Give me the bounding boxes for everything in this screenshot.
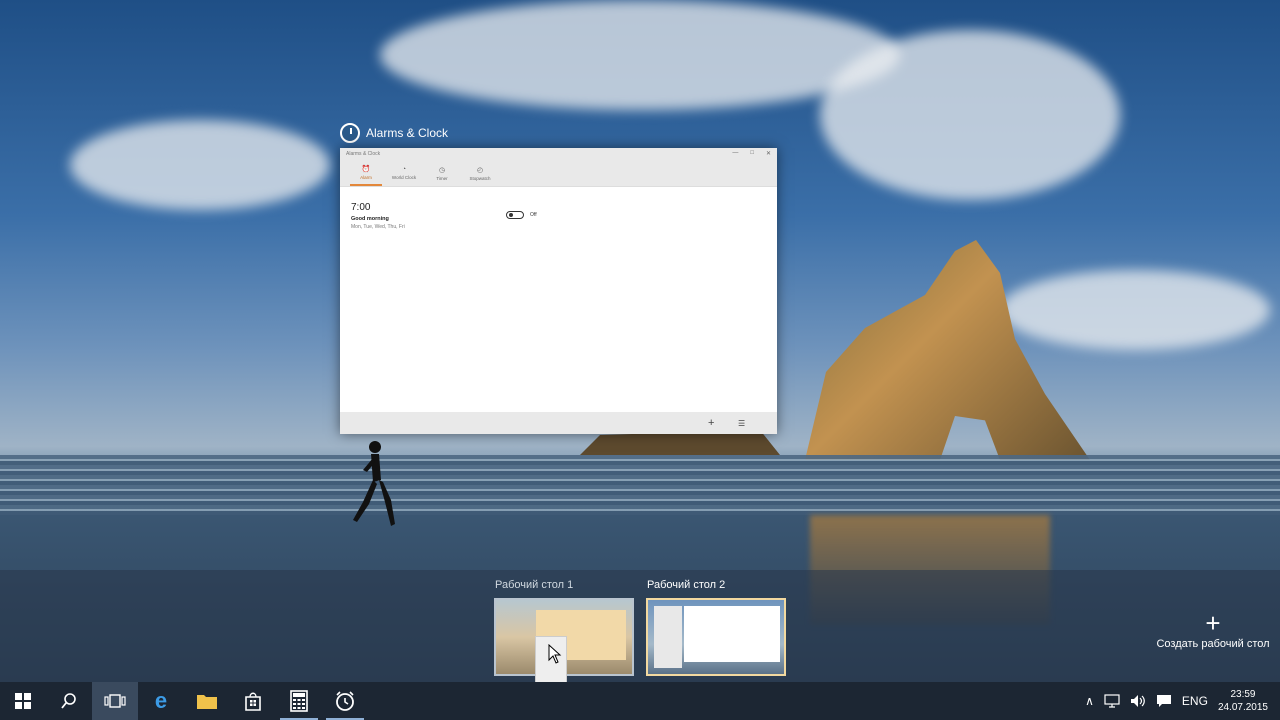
alarm-icon: ⏰ (361, 165, 371, 173)
alarm-toggle-label: Off (530, 212, 537, 218)
tab-alarm[interactable]: ⏰ Alarm (350, 160, 382, 186)
alarm-clock-icon (340, 123, 360, 143)
volume-icon[interactable] (1130, 694, 1146, 708)
tab-timer[interactable]: ◷ Timer (426, 160, 458, 186)
maximize-button[interactable]: □ (750, 150, 754, 157)
alarm-name: Good morning (351, 216, 389, 222)
virtual-desktops-strip (0, 570, 1280, 682)
clock-date: 24.07.2015 (1217, 702, 1268, 713)
cloud (380, 0, 900, 110)
mouse-cursor-icon (548, 644, 562, 664)
clock-time: 23:59 (1230, 689, 1256, 700)
app-bottom-bar: + ☰ (340, 412, 777, 434)
task-view-icon (104, 694, 126, 708)
alarm-toggle[interactable] (506, 211, 524, 219)
sea-waves (0, 455, 1280, 515)
tab-label: Stopwatch (469, 175, 491, 181)
alarm-list-item[interactable]: 7:00 Good morning Mon, Tue, Wed, Thu, Fr… (351, 202, 405, 230)
alarms-clock-button[interactable] (322, 682, 368, 720)
folder-icon (197, 695, 217, 709)
task-view-button[interactable] (92, 682, 138, 720)
window-titlebar[interactable]: Alarms & Clock — □ ✕ (340, 148, 777, 160)
close-button[interactable]: ✕ (766, 150, 771, 157)
desktop-2-thumbnail[interactable] (646, 598, 786, 676)
thumbnail-window (684, 606, 780, 662)
thumbnail-window (654, 606, 682, 668)
edge-icon: e (154, 688, 168, 713)
window-titlebar-text: Alarms & Clock (346, 151, 381, 157)
cloud (820, 30, 1120, 200)
calculator-button[interactable] (276, 682, 322, 720)
new-desktop-button[interactable]: + Создать рабочий стол (1150, 610, 1276, 650)
tab-bar: ⏰ Alarm ◔ World Clock ◷ Timer ◴ Stopwatc… (340, 160, 777, 187)
app-title: Alarms & Clock (366, 126, 449, 140)
minimize-button[interactable]: — (732, 150, 738, 157)
system-tray: ∧ ENG 23:59 24.07.2015 (1085, 682, 1280, 720)
start-button[interactable] (0, 682, 46, 720)
app-window-header[interactable]: Alarms & Clock (340, 122, 448, 144)
search-icon (61, 693, 76, 709)
stopwatch-icon: ◴ (476, 166, 484, 174)
alarm-days: Mon, Tue, Wed, Thu, Fri (351, 224, 405, 230)
alarm-time: 7:00 (351, 202, 371, 213)
search-button[interactable] (46, 682, 92, 720)
timer-icon: ◷ (438, 166, 446, 174)
sea-arch-rock (805, 240, 1090, 460)
alarm-clock-icon (336, 691, 354, 711)
tab-world-clock[interactable]: ◔ World Clock (388, 160, 420, 186)
tab-stopwatch[interactable]: ◴ Stopwatch (464, 160, 496, 186)
alarms-app-window[interactable]: Alarms & Clock — □ ✕ ⏰ Alarm ◔ World Clo… (340, 148, 777, 434)
add-alarm-button[interactable]: + (708, 417, 714, 429)
action-center-icon[interactable] (1156, 694, 1172, 708)
clock[interactable]: 23:59 24.07.2015 (1218, 688, 1268, 714)
file-explorer-button[interactable] (184, 682, 230, 720)
tab-label: Alarm (360, 174, 372, 180)
network-icon[interactable] (1104, 694, 1120, 708)
desktop-1-label: Рабочий стол 1 (495, 579, 574, 591)
tab-label: Timer (436, 175, 448, 181)
world-clock-icon: ◔ (401, 166, 407, 173)
tab-label: World Clock (391, 175, 417, 180)
new-desktop-label: Создать рабочий стол (1156, 638, 1270, 650)
cloud (70, 120, 330, 210)
windows-logo-icon (15, 693, 31, 709)
store-icon (245, 692, 261, 711)
cloud (1000, 270, 1270, 350)
desktop-2-label: Рабочий стол 2 (647, 579, 726, 591)
language-indicator[interactable]: ENG (1182, 694, 1208, 708)
calculator-icon (290, 690, 308, 712)
plus-icon: + (1205, 608, 1221, 638)
select-alarms-button[interactable]: ☰ (738, 419, 745, 428)
store-button[interactable] (230, 682, 276, 720)
runner-silhouette (353, 441, 395, 526)
edge-button[interactable]: e (138, 682, 184, 720)
chevron-up-icon[interactable]: ∧ (1085, 694, 1094, 708)
